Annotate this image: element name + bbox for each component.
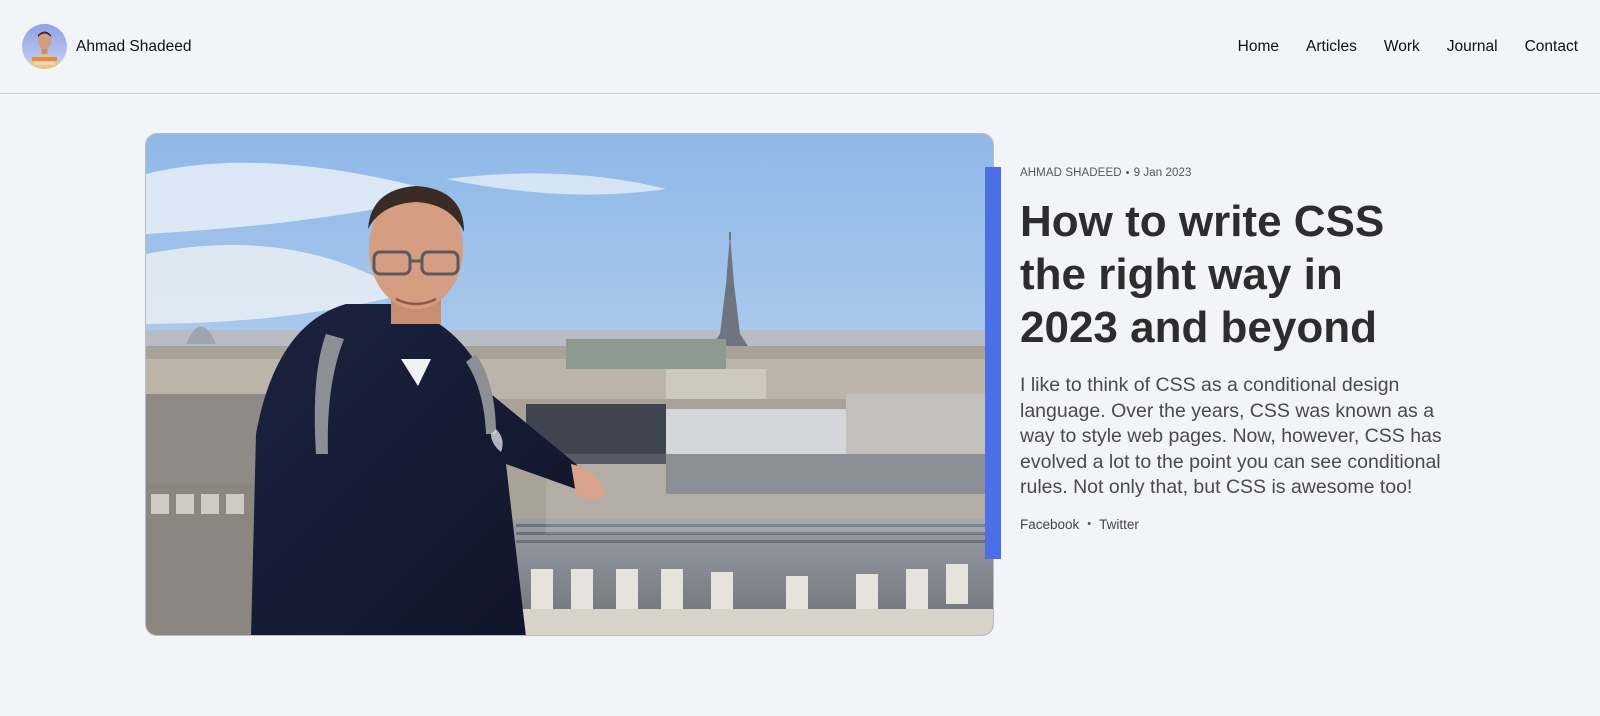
nav-articles[interactable]: Articles [1306, 38, 1357, 56]
nav-home[interactable]: Home [1238, 38, 1279, 56]
brand-link[interactable]: Ahmad Shadeed [22, 24, 191, 69]
featured-article: AHMAD SHADEED • 9 Jan 2023 How to write … [1020, 167, 1460, 532]
avatar [22, 24, 67, 69]
article-date: 9 Jan 2023 [1133, 167, 1192, 179]
hero-image [145, 133, 994, 636]
article-title[interactable]: How to write CSS the right way in 2023 a… [1020, 195, 1420, 354]
share-facebook-link[interactable]: Facebook [1020, 517, 1079, 532]
meta-separator: • [1125, 167, 1130, 179]
site-header: Ahmad Shadeed Home Articles Work Journal… [0, 0, 1600, 94]
brand-name: Ahmad Shadeed [76, 37, 192, 55]
nav-work[interactable]: Work [1384, 38, 1420, 56]
article-excerpt: I like to think of CSS as a conditional … [1020, 374, 1442, 499]
article-meta: AHMAD SHADEED • 9 Jan 2023 [1020, 167, 1460, 179]
article-author[interactable]: AHMAD SHADEED [1020, 167, 1122, 179]
nav-journal[interactable]: Journal [1447, 38, 1498, 56]
share-separator: • [1087, 518, 1092, 531]
share-links: Facebook • Twitter [1020, 517, 1460, 532]
nav-contact[interactable]: Contact [1525, 38, 1578, 56]
share-twitter-link[interactable]: Twitter [1099, 517, 1139, 532]
accent-bar [985, 167, 1001, 559]
main-nav: Home Articles Work Journal Contact [1238, 38, 1578, 56]
